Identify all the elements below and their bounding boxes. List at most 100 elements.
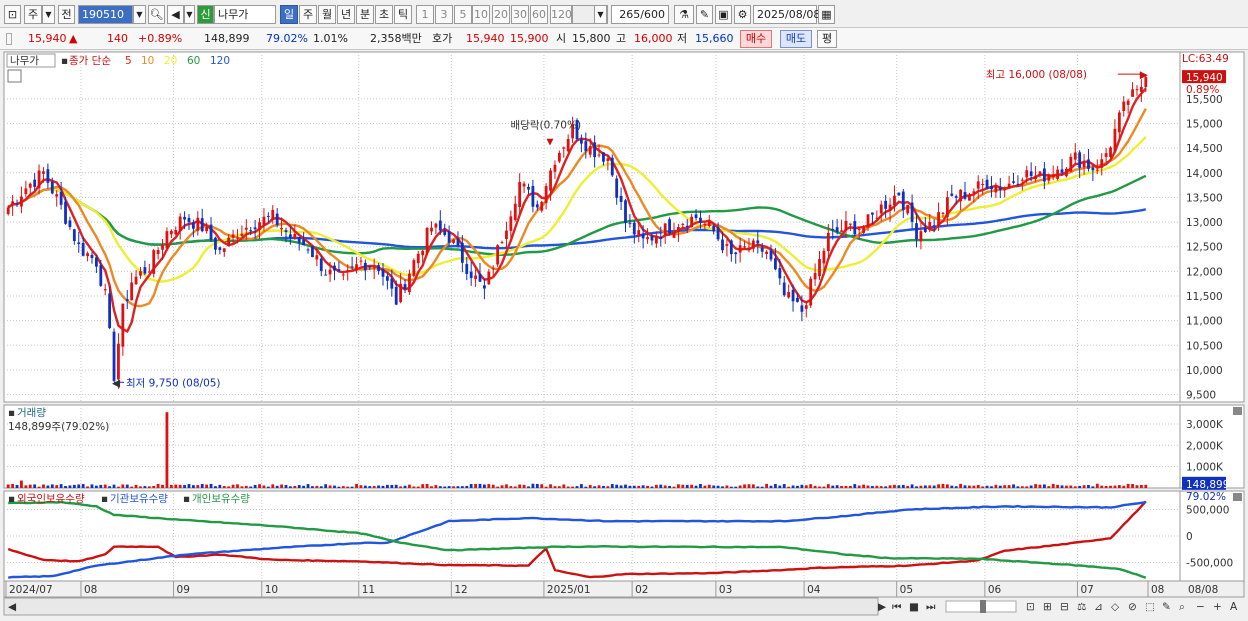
prev-button[interactable]: 전	[58, 5, 75, 24]
calendar-icon[interactable]: ▦	[818, 5, 835, 24]
count-field[interactable]: 265/600	[611, 5, 669, 24]
candle-body	[77, 242, 81, 245]
volume-bar	[143, 486, 147, 488]
interval-button-20[interactable]: 20	[492, 5, 510, 24]
candle-body	[187, 217, 191, 222]
volume-bar	[350, 486, 354, 488]
candle-body	[562, 147, 566, 149]
volume-bar	[147, 486, 151, 488]
speaker-icon[interactable]: ◀	[167, 5, 184, 24]
candle-body	[1078, 152, 1082, 168]
candle-body	[848, 223, 852, 225]
volume-bar	[857, 485, 861, 488]
period-tab-4[interactable]: 분	[356, 5, 374, 24]
interval-button-10[interactable]: 10	[472, 5, 490, 24]
window-icon[interactable]: ⊡	[4, 5, 21, 24]
chart-type-icon[interactable]: ⚗	[674, 5, 694, 24]
volume-bar	[372, 486, 376, 488]
max-arrow-head: ▶	[1140, 69, 1149, 81]
candle-body	[1012, 181, 1015, 183]
candle-body	[681, 223, 685, 225]
candle-body	[394, 286, 398, 305]
volume-bar	[196, 485, 200, 488]
period-tab-6[interactable]: 틱	[394, 5, 412, 24]
volume-bar	[416, 486, 420, 488]
stock-name-field[interactable]: 나무가	[214, 5, 276, 24]
turnover-rate: 1.01%	[313, 32, 348, 45]
period-tab-3[interactable]: 년	[337, 5, 355, 24]
volume-bar	[156, 483, 160, 488]
candle-body	[125, 299, 129, 301]
interval-button-1[interactable]: 1	[416, 5, 434, 24]
sell-button[interactable]: 매도	[780, 30, 812, 48]
date-field[interactable]: 2025/08/08	[753, 5, 820, 24]
candle-body	[355, 264, 358, 271]
chevron-down-icon[interactable]: ▼	[594, 5, 607, 24]
buy-button[interactable]: 매수	[740, 30, 772, 48]
candle-body	[452, 239, 455, 243]
volume-bar	[161, 484, 164, 488]
holdings-legend-1: 기관보유수량	[110, 493, 168, 505]
search-icon[interactable]: 🔍︎	[148, 5, 165, 24]
period-unit-select[interactable]: 주	[24, 5, 42, 24]
candle-body	[663, 223, 667, 235]
volume-bar	[822, 486, 826, 488]
gear-icon[interactable]: ⚙	[734, 5, 751, 24]
interval-button-60[interactable]: 60	[530, 5, 548, 24]
volume-bar	[1007, 485, 1011, 488]
chevron-down-icon[interactable]: ▼	[133, 5, 146, 24]
trade-amount: 2,358백만	[370, 32, 422, 45]
interval-button-5[interactable]: 5	[454, 5, 472, 24]
volume-bar	[33, 484, 37, 488]
period-tab-2[interactable]: 월	[318, 5, 336, 24]
volume-bar	[963, 485, 967, 488]
volume-bar	[130, 486, 134, 488]
candle-body	[796, 297, 799, 302]
candle-body	[527, 186, 530, 190]
volume-bar	[1069, 485, 1073, 488]
volume-bar	[535, 483, 539, 488]
volume-bar	[152, 485, 156, 488]
volume-bar	[460, 486, 464, 488]
candle-body	[549, 170, 552, 191]
volume-bar	[227, 486, 231, 488]
interval-button-3[interactable]: 3	[435, 5, 453, 24]
candle-body	[478, 273, 482, 282]
draw-tool-icon[interactable]: ✎	[696, 5, 713, 24]
candle-body	[923, 227, 927, 232]
eval-button[interactable]: 평	[817, 30, 837, 48]
period-tab-1[interactable]: 주	[299, 5, 317, 24]
chevron-down-icon[interactable]: ▼	[184, 5, 195, 24]
chart-canvas[interactable]: 9,500 10,000 10,500 11,000 11,500 12,000 12,50…	[0, 50, 1248, 621]
interval-button-30[interactable]: 30	[511, 5, 529, 24]
volume-bar	[716, 485, 720, 488]
candle-body	[456, 238, 460, 246]
period-tab-5[interactable]: 초	[375, 5, 393, 24]
volume-bar	[950, 485, 954, 488]
volume-bar	[1117, 485, 1121, 488]
candle-body	[381, 269, 385, 277]
volume-bar	[165, 412, 169, 488]
candle-body	[888, 204, 892, 212]
volume-bar	[438, 486, 442, 488]
volume-bar	[139, 486, 142, 488]
volume-bar	[46, 485, 50, 488]
candle-body	[447, 231, 451, 243]
volume-bar	[456, 486, 460, 488]
period-tab-0[interactable]: 일	[280, 5, 298, 24]
price-tick-label: 14,500	[1186, 143, 1223, 155]
stock-code-input[interactable]: 190510	[78, 5, 133, 24]
candle-body	[161, 244, 164, 250]
save-icon[interactable]: ▣	[715, 5, 732, 24]
interval-button-120[interactable]: 120	[550, 5, 572, 24]
volume-bar	[566, 486, 570, 488]
volume-bar	[945, 484, 949, 488]
chevron-down-icon[interactable]: ▼	[42, 5, 55, 24]
candle-body	[840, 230, 843, 232]
stock-tag: 나무가	[10, 55, 39, 67]
volume-bar	[818, 486, 821, 488]
price-tick-label: 13,500	[1186, 192, 1223, 204]
candle-body	[976, 181, 980, 189]
volume-bar	[11, 483, 15, 488]
x-axis-right-label: 08/08	[1188, 584, 1218, 596]
